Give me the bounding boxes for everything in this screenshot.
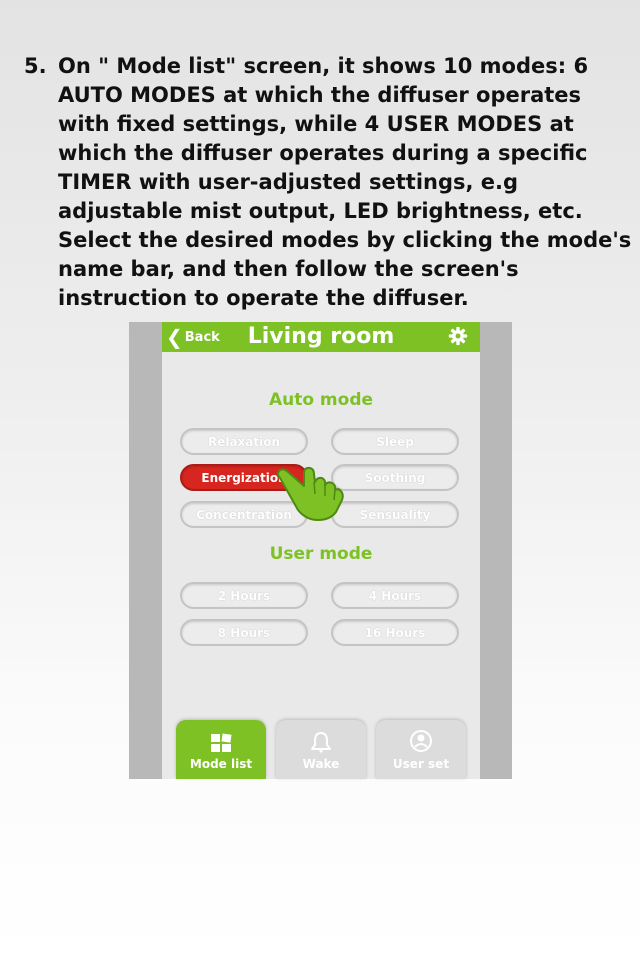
mode-button-8-hours[interactable]: 8 Hours [180, 619, 308, 646]
mode-button-relaxation[interactable]: Relaxation [180, 428, 308, 455]
tab-wake[interactable]: Wake [276, 720, 366, 779]
app-screenshot-frame: ❮ Back Living room Auto mode Relaxation … [129, 322, 512, 779]
mode-button-soothing[interactable]: Soothing [331, 464, 459, 491]
mode-button-sensuality[interactable]: Sensuality [331, 501, 459, 528]
tab-label-wake: Wake [302, 757, 340, 771]
user-icon [410, 730, 432, 752]
user-mode-heading: User mode [269, 544, 373, 564]
bottom-tab-bar: Mode list Wake User set [174, 720, 470, 779]
instruction-text-block: 5. On " Mode list" screen, it shows 10 m… [24, 52, 632, 313]
screen-title: Living room [247, 324, 395, 349]
instruction-paragraph: On " Mode list" screen, it shows 10 mode… [58, 54, 632, 310]
tab-user-set[interactable]: User set [376, 720, 466, 779]
mode-button-2-hours[interactable]: 2 Hours [180, 582, 308, 609]
tab-label-user-set: User set [392, 757, 450, 771]
top-bar: ❮ Back Living room [162, 322, 480, 352]
tab-mode-list[interactable]: Mode list [176, 720, 266, 779]
bell-icon [311, 732, 331, 753]
app-screen: ❮ Back Living room Auto mode Relaxation … [162, 322, 480, 779]
tab-label-mode-list: Mode list [189, 757, 253, 771]
step-number: 5. [24, 54, 47, 78]
mode-button-4-hours[interactable]: 4 Hours [331, 582, 459, 609]
grid-icon [211, 733, 232, 752]
mode-button-16-hours[interactable]: 16 Hours [331, 619, 459, 646]
gear-icon[interactable] [448, 326, 468, 346]
pointing-hand-icon [277, 466, 344, 521]
auto-mode-heading: Auto mode [268, 390, 374, 410]
mode-button-sleep[interactable]: Sleep [331, 428, 459, 455]
